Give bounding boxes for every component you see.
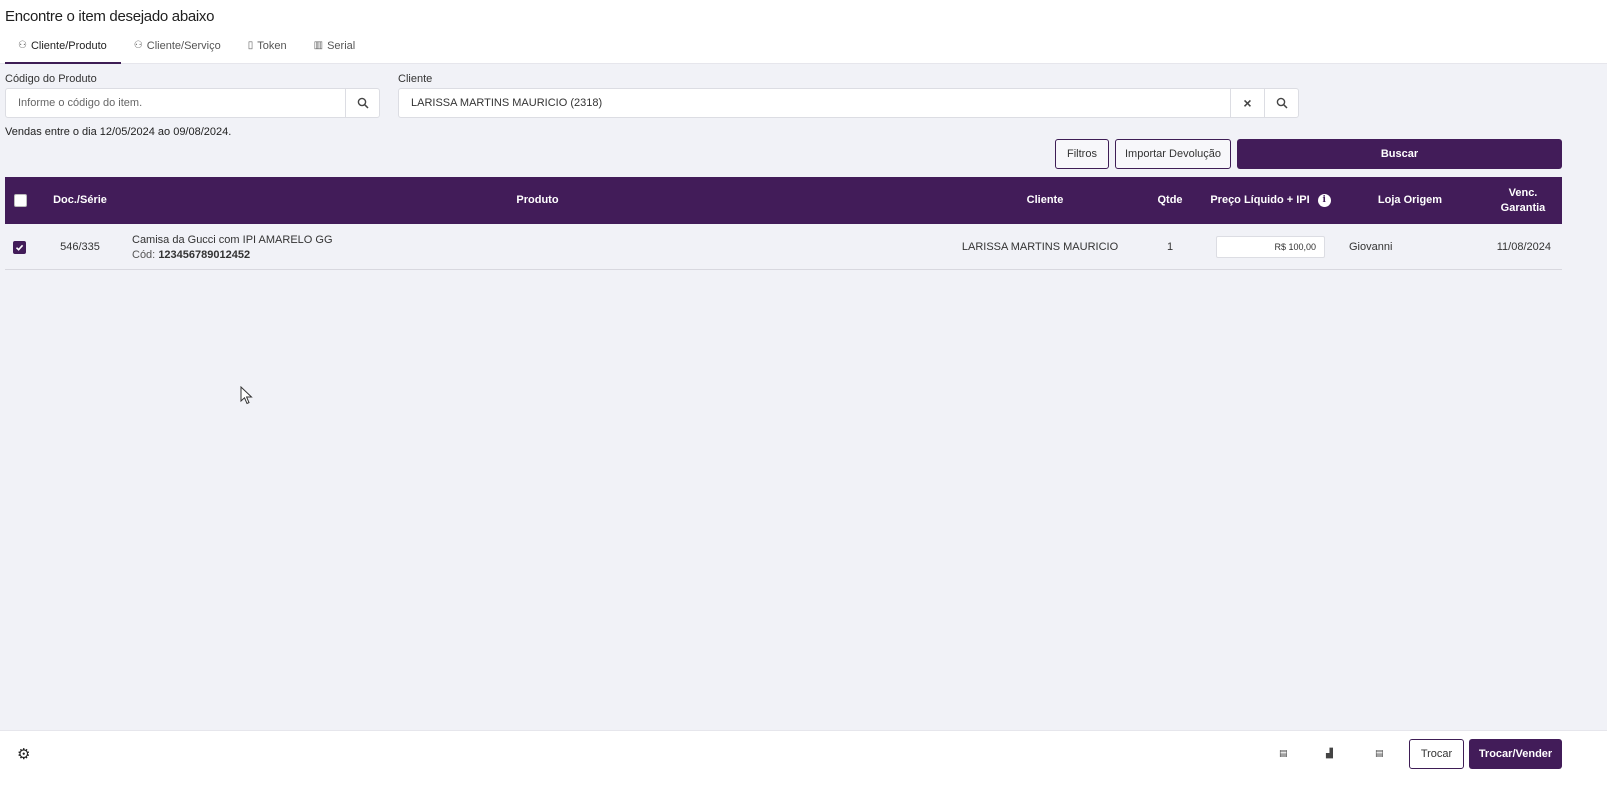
tab-label: Serial xyxy=(327,40,356,52)
gear-icon[interactable]: ⚙ xyxy=(17,745,30,763)
trocar-button[interactable]: Trocar xyxy=(1409,739,1464,769)
mouse-cursor-icon xyxy=(240,386,253,405)
client-group: × xyxy=(398,88,1299,118)
product-code-value: 123456789012452 xyxy=(158,248,251,261)
tab-label: Cliente/Produto xyxy=(30,40,107,52)
header: Encontre o item desejado abaixo ⚇ Client… xyxy=(0,0,1607,64)
search-icon xyxy=(357,97,369,109)
import-return-button[interactable]: Importar Devolução xyxy=(1115,139,1231,169)
client-label: Cliente xyxy=(398,73,433,85)
search-button[interactable]: Buscar xyxy=(1237,139,1562,169)
filters-button[interactable]: Filtros xyxy=(1055,139,1109,169)
select-all-cell xyxy=(13,177,27,224)
page-title: Encontre o item desejado abaixo xyxy=(5,8,215,25)
select-all-checkbox[interactable] xyxy=(13,194,27,207)
close-icon: × xyxy=(1243,95,1252,111)
client-search-button[interactable] xyxy=(1264,89,1298,117)
product-cell: Camisa da Gucci com IPI AMARELO GG Cód: … xyxy=(132,224,532,270)
client-input[interactable] xyxy=(399,89,1230,117)
doc-serie-cell: 546/335 xyxy=(60,241,100,253)
tab-serial[interactable]: ▥ Serial xyxy=(301,36,370,64)
footer-bar: ⚙ ▤ ▟ ▤ Trocar Trocar/Vender xyxy=(0,730,1607,790)
tab-label: Token xyxy=(257,40,287,52)
tab-label: Cliente/Serviço xyxy=(146,40,221,52)
column-header-product[interactable]: Produto xyxy=(455,177,620,224)
search-icon xyxy=(1276,97,1288,109)
barcode-icon: ▥ xyxy=(313,40,324,51)
column-header-price[interactable]: Preço Líquido + IPI i xyxy=(1208,177,1333,224)
tab-cliente-produto[interactable]: ⚇ Cliente/Produto xyxy=(5,36,121,64)
column-header-doc[interactable]: Doc./Série xyxy=(45,177,115,224)
product-code-prefix: Cód: xyxy=(132,248,156,261)
chart-icon[interactable]: ▟ xyxy=(1326,748,1333,759)
column-header-warranty[interactable]: Venc. Garantia xyxy=(1498,177,1548,224)
tab-bar: ⚇ Cliente/Produto ⚇ Cliente/Serviço ▯ To… xyxy=(5,36,369,64)
product-code-input[interactable] xyxy=(6,89,345,117)
info-icon[interactable]: i xyxy=(1317,194,1331,207)
sales-period-note: Vendas entre o dia 12/05/2024 ao 09/08/2… xyxy=(5,126,232,138)
tab-token[interactable]: ▯ Token xyxy=(235,36,301,64)
receipt-icon[interactable]: ▤ xyxy=(1375,748,1384,759)
column-header-price-label: Preço Líquido + IPI xyxy=(1210,194,1310,206)
product-code-label: Código do Produto xyxy=(5,73,97,85)
trocar-vender-button[interactable]: Trocar/Vender xyxy=(1469,739,1562,769)
user-store-icon: ⚇ xyxy=(18,40,27,51)
product-code: Cód: 123456789012452 xyxy=(132,249,333,261)
origin-store-cell: Giovanni xyxy=(1349,241,1393,253)
product-search-button[interactable] xyxy=(345,89,379,117)
tab-cliente-servico[interactable]: ⚇ Cliente/Serviço xyxy=(121,36,235,64)
warranty-cell: 11/08/2024 xyxy=(1496,241,1551,253)
checkmark-icon xyxy=(15,244,24,251)
qty-cell: 1 xyxy=(1166,241,1174,253)
product-code-group xyxy=(5,88,380,118)
table-header: Doc./Série Produto Cliente Qtde Preço Lí… xyxy=(5,177,1562,224)
receipt-icon: ▯ xyxy=(247,40,254,51)
user-store-icon: ⚇ xyxy=(133,40,143,51)
clear-client-button[interactable]: × xyxy=(1230,89,1264,117)
price-input[interactable]: R$ 100,00 xyxy=(1216,236,1325,258)
price-cell: R$ 100,00 xyxy=(1216,224,1325,270)
client-cell: LARISSA MARTINS MAURICIO xyxy=(961,241,1119,253)
column-header-origin-store[interactable]: Loja Origem xyxy=(1365,177,1455,224)
table-row[interactable]: 546/335 Camisa da Gucci com IPI AMARELO … xyxy=(5,224,1562,270)
receipt-icon[interactable]: ▤ xyxy=(1279,748,1288,759)
row-select-cell xyxy=(13,224,26,270)
column-header-qty[interactable]: Qtde xyxy=(1145,177,1195,224)
column-header-client[interactable]: Cliente xyxy=(995,177,1095,224)
row-checkbox[interactable] xyxy=(13,240,26,254)
product-name: Camisa da Gucci com IPI AMARELO GG xyxy=(132,233,333,246)
